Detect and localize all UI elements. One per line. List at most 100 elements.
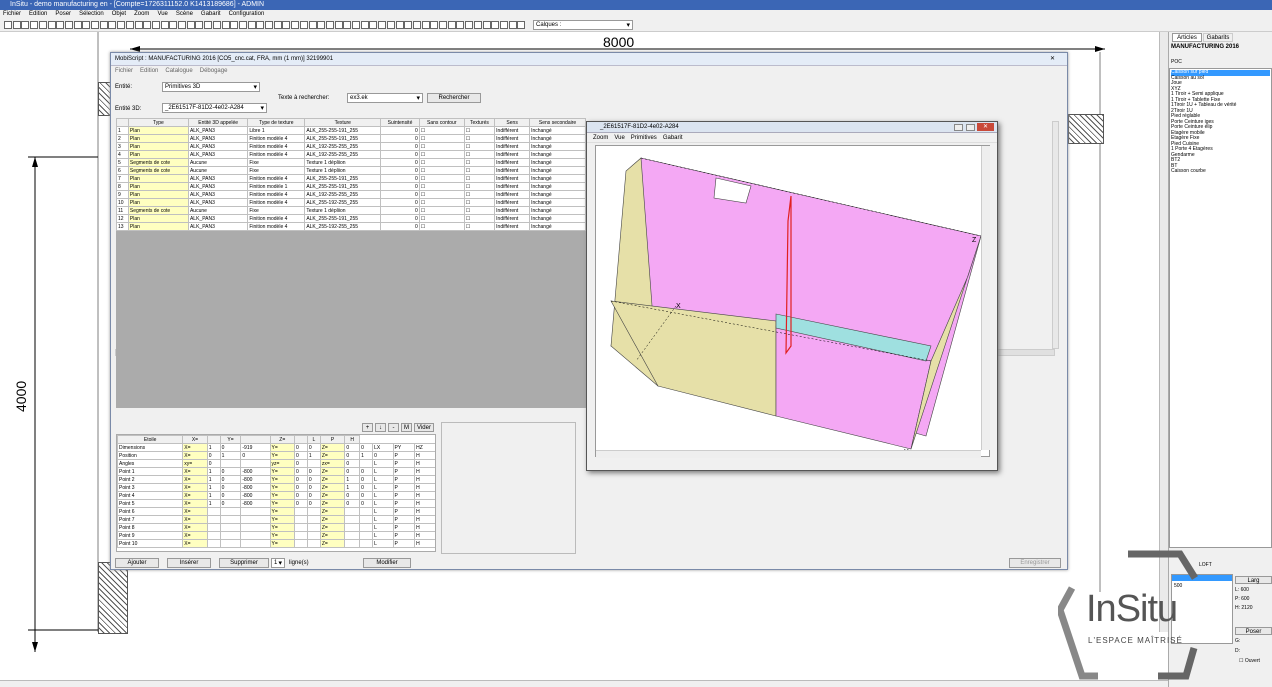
points-cell[interactable]: X=: [182, 475, 208, 484]
points-cell[interactable]: Y=: [269, 523, 295, 532]
points-cell[interactable]: Z=: [319, 507, 346, 516]
no-contour-checkbox[interactable]: ☐: [418, 126, 465, 135]
toolbar-tool-icon[interactable]: [73, 21, 82, 29]
points-cell[interactable]: Z=: [319, 467, 346, 476]
poser-button[interactable]: Poser: [1235, 627, 1272, 635]
no-contour-checkbox[interactable]: ☐: [418, 222, 465, 231]
toolbar-tool-icon[interactable]: [212, 21, 221, 29]
texture-type-cell[interactable]: Finition modèle 4: [247, 142, 306, 151]
menu-poser[interactable]: Poser: [55, 11, 71, 17]
viewer-menu-vue[interactable]: Vue: [614, 135, 624, 141]
points-cell[interactable]: 0: [306, 475, 321, 484]
entite-cell[interactable]: ALK_PAN3: [187, 198, 249, 207]
intensity-cell[interactable]: 0: [380, 182, 420, 191]
texture-type-cell[interactable]: Fixe: [247, 158, 306, 167]
points-cell[interactable]: H: [414, 451, 435, 460]
points-cell[interactable]: [206, 515, 221, 524]
sens-cell[interactable]: Indifférent: [494, 150, 531, 159]
table-row[interactable]: Point 7 X= Y= Z= L P H: [117, 515, 435, 524]
points-cell[interactable]: Z=: [319, 531, 346, 540]
menu-vue[interactable]: Vue: [157, 11, 167, 17]
menu-selection[interactable]: Sélection: [79, 11, 104, 17]
sens-secondaire-cell[interactable]: Inchangé: [529, 214, 586, 223]
points-cell[interactable]: 1: [206, 443, 221, 452]
intensity-cell[interactable]: 0: [380, 222, 420, 231]
sens-secondaire-cell[interactable]: Inchangé: [529, 126, 586, 135]
points-tool-button[interactable]: Vider: [414, 423, 434, 432]
sens-secondaire-cell[interactable]: Inchangé: [529, 158, 586, 167]
points-cell[interactable]: P: [392, 451, 416, 460]
points-cell[interactable]: Y=: [269, 467, 295, 476]
points-cell[interactable]: Y=: [269, 483, 295, 492]
no-contour-checkbox[interactable]: ☐: [418, 142, 465, 151]
no-contour-checkbox[interactable]: ☐: [418, 206, 465, 215]
toolbar-tool-icon[interactable]: [482, 21, 491, 29]
points-cell[interactable]: P: [392, 531, 416, 540]
table-row[interactable]: Angles xy= 0 yz= 0 zx= 0 L P H: [117, 459, 435, 468]
points-cell[interactable]: X=: [182, 531, 208, 540]
toolbar-tool-icon[interactable]: [395, 21, 404, 29]
table-row[interactable]: Point 3 X= 1 0 -800 Y= 0 0 Z= 1 0 L P H: [117, 483, 435, 492]
intensity-cell[interactable]: 0: [380, 190, 420, 199]
points-cell[interactable]: [219, 507, 242, 516]
points-cell[interactable]: 0: [219, 443, 242, 452]
points-cell[interactable]: Y=: [269, 475, 295, 484]
points-cell[interactable]: X=: [182, 451, 208, 460]
toolbar-tool-icon[interactable]: [30, 21, 39, 29]
texture-cell[interactable]: ALK_192-255-255_255: [304, 150, 382, 159]
toolbar-tool-icon[interactable]: [221, 21, 230, 29]
sens-secondaire-cell[interactable]: Inchangé: [529, 150, 586, 159]
toolbar-tool-icon[interactable]: [238, 21, 247, 29]
points-cell[interactable]: yz=: [269, 459, 295, 468]
sens-secondaire-cell[interactable]: Inchangé: [529, 174, 586, 183]
points-cell[interactable]: -800: [240, 467, 271, 476]
points-cell[interactable]: 1: [206, 467, 221, 476]
grid-col-header[interactable]: Texture: [304, 118, 382, 127]
points-cell[interactable]: 0: [293, 475, 308, 484]
table-row[interactable]: Point 4 X= 1 0 -800 Y= 0 0 Z= 0 0 L P H: [117, 491, 435, 500]
ms-menu-fichier[interactable]: Fichier: [115, 68, 133, 74]
no-contour-checkbox[interactable]: ☐: [418, 174, 465, 183]
no-contour-checkbox[interactable]: ☐: [418, 214, 465, 223]
menu-zoom[interactable]: Zoom: [134, 11, 149, 17]
points-cell[interactable]: P: [392, 539, 416, 548]
toolbar-tool-icon[interactable]: [369, 21, 378, 29]
intensity-cell[interactable]: 0: [380, 206, 420, 215]
entite-cell[interactable]: ALK_PAN3: [187, 214, 249, 223]
points-cell[interactable]: 0: [293, 467, 308, 476]
points-cell[interactable]: 1: [206, 491, 221, 500]
entite-cell[interactable]: ALK_PAN3: [187, 222, 249, 231]
sens-cell[interactable]: Indifférent: [494, 214, 531, 223]
sens-secondaire-cell[interactable]: Inchangé: [529, 198, 586, 207]
toolbar-tool-icon[interactable]: [299, 21, 308, 29]
points-cell[interactable]: [306, 515, 321, 524]
toolbar-tool-icon[interactable]: [456, 21, 465, 29]
no-contour-checkbox[interactable]: ☐: [418, 134, 465, 143]
points-cell[interactable]: X=: [182, 515, 208, 524]
grid-col-header[interactable]: Sens: [494, 118, 531, 127]
texture-cell[interactable]: ALK_192-255-255_255: [304, 142, 382, 151]
points-cell[interactable]: H: [414, 499, 435, 508]
toolbar-tool-icon[interactable]: [465, 21, 474, 29]
points-cell[interactable]: [219, 539, 242, 548]
tab-gabarits[interactable]: Gabarits: [1203, 33, 1233, 42]
table-row[interactable]: 1 Plan ALK_PAN3 Libre 1 ALK_255-255-191_255 0…: [116, 126, 586, 135]
points-cell[interactable]: 1: [206, 499, 221, 508]
p-value[interactable]: 600: [1241, 596, 1249, 602]
texture-type-cell[interactable]: Fixe: [247, 206, 306, 215]
points-cell[interactable]: Z=: [319, 523, 346, 532]
points-cell[interactable]: P: [392, 523, 416, 532]
menu-edition[interactable]: Edition: [29, 11, 47, 17]
points-cell[interactable]: [359, 523, 374, 532]
points-cell[interactable]: H: [414, 523, 435, 532]
points-cell[interactable]: [206, 507, 221, 516]
points-cell[interactable]: X=: [182, 467, 208, 476]
points-cell[interactable]: L: [372, 507, 394, 516]
points-cell[interactable]: 0: [359, 483, 374, 492]
no-contour-checkbox[interactable]: ☐: [418, 150, 465, 159]
menu-fichier[interactable]: Fichier: [3, 11, 21, 17]
viewer-hscrollbar[interactable]: [596, 450, 981, 458]
points-cell[interactable]: Z=: [319, 483, 346, 492]
points-cell[interactable]: P: [392, 491, 416, 500]
sens-cell[interactable]: Indifférent: [494, 222, 531, 231]
